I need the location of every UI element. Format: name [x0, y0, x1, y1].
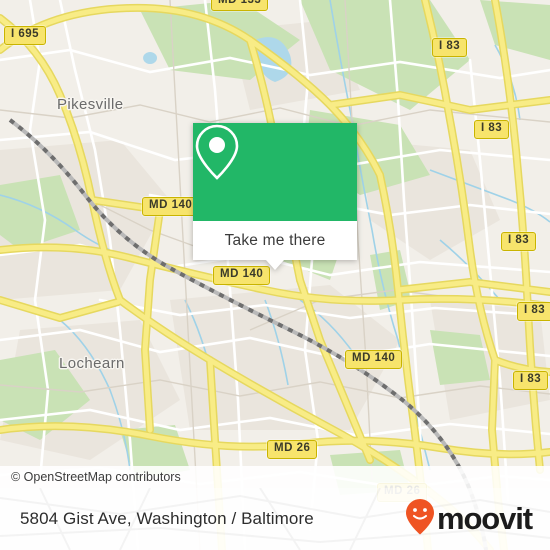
attribution-bar: © OpenStreetMap contributors — [0, 466, 550, 488]
location-callout[interactable]: Take me there — [193, 123, 357, 270]
moovit-pin-icon — [405, 498, 435, 541]
address-label: 5804 Gist Ave, Washington / Baltimore — [20, 509, 314, 528]
callout-pointer — [266, 260, 284, 270]
road-shield[interactable]: I 83 — [501, 232, 537, 251]
road-shield[interactable]: I 83 — [432, 38, 468, 57]
map-screen: Pikesville Lochearn I 695 MD 133 I 83 I … — [0, 0, 550, 550]
road-shield[interactable]: MD 140 — [142, 197, 200, 216]
callout-action-panel[interactable]: Take me there — [193, 221, 357, 260]
road-shield[interactable]: I 83 — [474, 120, 510, 139]
road-shield[interactable]: MD 133 — [211, 0, 269, 11]
footer-bar: 5804 Gist Ave, Washington / Baltimore mo… — [0, 488, 550, 550]
take-me-there-button[interactable]: Take me there — [225, 232, 326, 250]
road-shield[interactable]: MD 140 — [213, 266, 271, 285]
road-shield[interactable]: I 695 — [4, 26, 47, 45]
road-shield[interactable]: I 83 — [513, 371, 549, 390]
road-shield[interactable]: MD 26 — [267, 440, 318, 459]
osm-attribution[interactable]: © OpenStreetMap contributors — [0, 470, 181, 484]
road-shield[interactable]: I 83 — [517, 302, 550, 321]
callout-icon-panel — [193, 123, 357, 221]
moovit-wordmark: moovit — [436, 500, 533, 536]
road-shield[interactable]: MD 140 — [345, 350, 403, 369]
moovit-logo[interactable]: moovit — [405, 498, 533, 541]
